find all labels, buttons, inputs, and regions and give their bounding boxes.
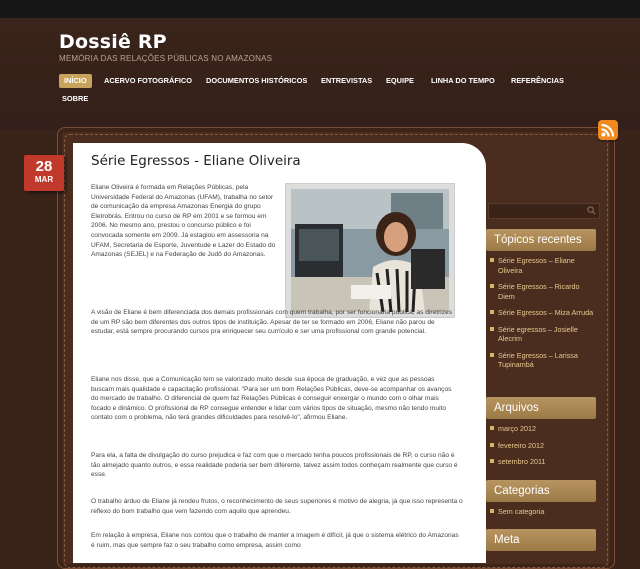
archive-link[interactable]: setembro 2011	[490, 457, 594, 467]
nav-item-acervo-fotografico[interactable]: ACERVO FOTOGRÁFICO	[104, 74, 192, 88]
nav-item-inicio[interactable]: INÍCIO	[59, 74, 92, 88]
search-input[interactable]	[488, 203, 600, 219]
recent-post-link[interactable]: Série Egressos – Eliane Oliveira	[490, 256, 594, 275]
post-paragraph: O trabalho árduo de Eliane já rendeu fru…	[91, 498, 463, 515]
widget-title-categories: Categorias	[486, 480, 596, 502]
recent-post-link[interactable]: Série Egressos – Miza Arruda	[490, 308, 594, 318]
nav-item-sobre[interactable]: SOBRE	[62, 92, 88, 106]
archives-list: março 2012 fevereiro 2012 setembro 2011	[490, 424, 594, 474]
top-bar	[0, 0, 640, 18]
post-paragraph: Eliane Oliveira é formada em Relações Pú…	[91, 184, 276, 259]
widget-title-meta: Meta	[486, 529, 596, 551]
nav-item-documentos-historicos[interactable]: DOCUMENTOS HISTÓRICOS	[206, 74, 307, 88]
nav-item-linha-do-tempo[interactable]: LINHA DO TEMPO	[431, 74, 495, 88]
post-date-badge: 28 MAR	[24, 155, 64, 191]
nav-item-referencias[interactable]: REFERÊNCIAS	[511, 74, 564, 88]
nav-item-entrevistas[interactable]: ENTREVISTAS	[321, 74, 372, 88]
post-title[interactable]: Série Egressos - Eliane Oliveira	[91, 153, 301, 169]
recent-posts-list: Série Egressos – Eliane Oliveira Série E…	[490, 256, 594, 377]
search-icon[interactable]	[587, 206, 596, 215]
archive-link[interactable]: fevereiro 2012	[490, 441, 594, 451]
post: Série Egressos - Eliane Oliveira Eliane …	[73, 143, 486, 563]
post-paragraph: Eliane nos disse, que a Comunicação tem …	[91, 376, 452, 422]
widget-title-archives: Arquivos	[486, 397, 596, 419]
post-date-month: MAR	[34, 175, 54, 184]
post-photo	[285, 183, 455, 318]
woman-at-desk-photo	[291, 189, 449, 312]
post-paragraph: Em relação à empresa, Eliane nos contou …	[91, 532, 459, 549]
widget-title-recent: Tópicos recentes	[486, 229, 596, 251]
rss-icon[interactable]	[598, 120, 618, 140]
site-title[interactable]: Dossiê RP	[59, 31, 167, 53]
categories-list: Sem categoria	[490, 507, 594, 524]
recent-post-link[interactable]: Série Egressos – Larissa Tupinambá	[490, 351, 594, 370]
site-tagline: MEMÓRIA DAS RELAÇÕES PÚBLICAS NO AMAZONA…	[59, 54, 273, 63]
post-paragraph: A visão de Eliane é bem diferenciada dos…	[91, 309, 453, 336]
category-link[interactable]: Sem categoria	[490, 507, 594, 517]
nav-item-equipe[interactable]: EQUIPE	[386, 74, 414, 88]
archive-link[interactable]: março 2012	[490, 424, 594, 434]
post-date-day: 28	[35, 158, 53, 175]
recent-post-link[interactable]: Série egressos – Josielle Alecrim	[490, 325, 594, 344]
recent-post-link[interactable]: Série Egressos – Ricardo Diem	[490, 282, 594, 301]
post-paragraph: Para ela, a falta de divulgação do curso…	[91, 452, 458, 479]
